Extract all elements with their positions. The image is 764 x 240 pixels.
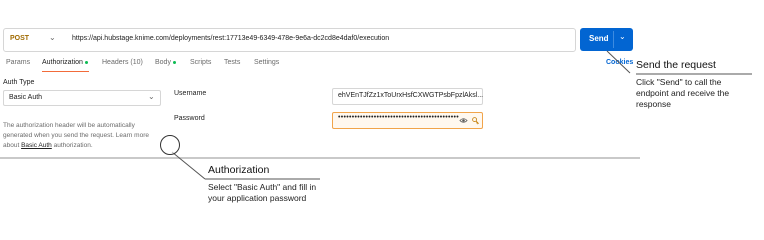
send-callout-title: Send the request [636, 59, 716, 71]
auth-callout-title: Authorization [208, 164, 270, 176]
auth-callout-text: Select "Basic Auth" and fill in your app… [208, 182, 317, 203]
send-callout-text: Click "Send" to call the endpoint and re… [636, 77, 730, 109]
callout-lines [171, 50, 752, 180]
highlight-circle [160, 135, 180, 155]
